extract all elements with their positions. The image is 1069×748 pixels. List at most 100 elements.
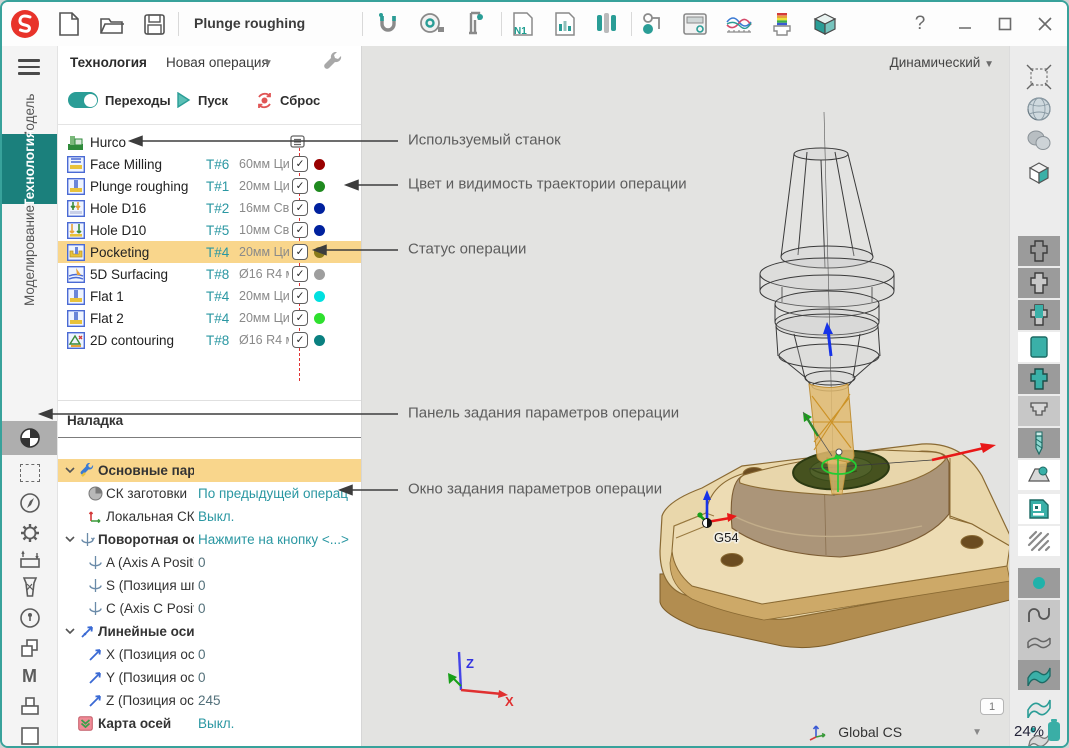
operation-row[interactable]: Face Milling T#6 60мм Цил ✓ (58, 153, 361, 175)
visibility-checkbox[interactable]: ✓ (292, 156, 308, 172)
gcode-n1-icon[interactable]: N1 (508, 9, 538, 39)
stock-teal-icon[interactable] (1018, 364, 1060, 394)
visibility-checkbox[interactable]: ✓ (292, 178, 308, 194)
caliper-icon[interactable] (460, 9, 490, 39)
simulation-icon[interactable] (810, 9, 840, 39)
marquee-icon[interactable] (2, 458, 57, 488)
machine-view-icon[interactable] (1018, 494, 1060, 524)
save-file-icon[interactable] (139, 9, 169, 39)
visibility-checkbox[interactable]: ✓ (292, 266, 308, 282)
toggle-switch[interactable] (68, 92, 98, 108)
operation-row[interactable]: Flat 2 T#4 20мм Цил ✓ (58, 307, 361, 329)
param-row-group[interactable]: Линейные оси (58, 620, 361, 643)
run-button[interactable]: Пуск (176, 92, 228, 108)
flag-outline-icon[interactable] (1018, 692, 1060, 722)
cs-selector[interactable]: Global CS ▼ (808, 723, 982, 741)
magnet-snap-icon[interactable] (373, 9, 403, 39)
visibility-checkbox[interactable]: ✓ (292, 200, 308, 216)
operation-row[interactable]: Plunge roughing T#1 20мм Цил ✓ (58, 175, 361, 197)
operation-row[interactable]: Flat 1 T#4 20мм Цил ✓ (58, 285, 361, 307)
toolpath-color-dot[interactable] (314, 181, 325, 192)
visibility-checkbox[interactable]: ✓ (292, 332, 308, 348)
param-row-main[interactable]: Основные парам (58, 459, 361, 482)
gauge-icon[interactable] (2, 603, 57, 633)
curve-display-icon[interactable] (1018, 600, 1060, 630)
shaded-sphere-icon[interactable] (1018, 94, 1060, 124)
report-icon[interactable] (550, 9, 580, 39)
stamp-icon[interactable] (2, 691, 57, 721)
operation-row[interactable]: 2D contouring T#8 Ø16 R4 мм ✓ (58, 329, 361, 351)
toolpath-color-dot[interactable] (314, 247, 325, 258)
param-row[interactable]: X (Позиция оси 0 (58, 643, 361, 666)
open-file-icon[interactable] (97, 9, 127, 39)
tools-library-icon[interactable] (592, 9, 622, 39)
param-row[interactable]: Z (Позиция оси 245 (58, 689, 361, 712)
graph-curves-icon[interactable] (724, 9, 754, 39)
tab-simulation[interactable]: Моделирование (2, 208, 57, 304)
toolpath-color-dot[interactable] (314, 203, 325, 214)
wrench-icon[interactable] (322, 52, 344, 77)
maximize-button[interactable] (990, 10, 1020, 38)
surface-waves-icon[interactable] (1018, 630, 1060, 660)
param-row[interactable]: СК заготовки По предыдущей операц (58, 482, 361, 505)
linked-nodes-icon[interactable] (638, 9, 668, 39)
tool-cone-icon[interactable] (2, 573, 57, 603)
gear-icon[interactable] (2, 518, 57, 548)
param-row-group[interactable]: Поворотная ось Нажмите на кнопку <...> (58, 528, 361, 551)
drill-view-icon[interactable] (1018, 428, 1060, 458)
part-teal-icon[interactable] (1018, 460, 1060, 490)
menu-icon[interactable] (18, 59, 40, 75)
part-steps-icon[interactable] (1018, 396, 1060, 426)
tool-holder-icon[interactable] (767, 9, 797, 39)
visibility-checkbox[interactable]: ✓ (292, 222, 308, 238)
minimize-button[interactable] (950, 10, 980, 38)
toolpath-color-dot[interactable] (314, 269, 325, 280)
machine-row[interactable]: Hurco (58, 131, 361, 153)
tab-technology[interactable]: Технология (2, 134, 57, 204)
stock-wire-icon[interactable] (1018, 236, 1060, 266)
operations-stack-icon[interactable] (290, 134, 306, 149)
status-checkbox[interactable]: ✓ (292, 244, 308, 260)
param-row[interactable]: C (Axis C Positio 0 (58, 597, 361, 620)
toolpath-color-dot[interactable] (314, 225, 325, 236)
fit-view-icon[interactable] (1018, 62, 1060, 92)
param-row[interactable]: A (Axis A Positio 0 (58, 551, 361, 574)
measure-tape-icon[interactable] (417, 9, 447, 39)
transitions-toggle[interactable]: Переходы (68, 92, 171, 108)
app-logo[interactable] (10, 9, 40, 39)
toolpath-color-dot[interactable] (314, 313, 325, 324)
new-file-icon[interactable] (54, 9, 84, 39)
new-operation-dropdown[interactable]: Новая операция (166, 55, 269, 70)
workpiece-cs-icon[interactable] (2, 421, 57, 455)
toolpath-color-dot[interactable] (314, 291, 325, 302)
toolpath-color-dot[interactable] (314, 159, 325, 170)
operation-row-selected[interactable]: Pocketing T#4 20мм Цил ✓ (58, 241, 361, 263)
param-row-group[interactable]: Карта осей Выкл. (58, 712, 361, 735)
compass-icon[interactable] (2, 488, 57, 518)
visibility-checkbox[interactable]: ✓ (292, 310, 308, 326)
stock-setup-icon[interactable] (2, 546, 57, 576)
hatch-toolpath-icon[interactable] (1018, 526, 1060, 556)
toolpath-color-dot[interactable] (314, 335, 325, 346)
mcode-icon[interactable]: M (2, 661, 57, 691)
param-row[interactable]: Y (Позиция оси 0 (58, 666, 361, 689)
stock-solid-icon[interactable] (1018, 332, 1060, 362)
section-box-icon[interactable] (1018, 158, 1060, 188)
reset-button[interactable]: Сброс (256, 92, 320, 109)
surface-teal-icon[interactable] (1018, 660, 1060, 690)
calculator-icon[interactable] (680, 9, 710, 39)
zoom-indicator[interactable]: 24% (1014, 722, 1060, 741)
viewport-3d[interactable]: Динамический ▼ (362, 46, 1012, 746)
point-marker-icon[interactable] (1018, 568, 1060, 598)
square-icon[interactable] (2, 721, 57, 748)
operation-row[interactable]: 5D Surfacing T#8 Ø16 R4 мм ✓ (58, 263, 361, 285)
solids-view-icon[interactable] (1018, 126, 1060, 156)
close-button[interactable] (1030, 10, 1060, 38)
chevron-down-icon[interactable]: ▼ (263, 58, 273, 69)
stock-mixed-icon[interactable] (1018, 300, 1060, 330)
stock-gray-icon[interactable] (1018, 268, 1060, 298)
param-row[interactable]: Локальная СК Выкл. (58, 505, 361, 528)
param-row[interactable]: S (Позиция шпи 0 (58, 574, 361, 597)
operation-row[interactable]: Hole D10 T#5 10мм Све ✓ (58, 219, 361, 241)
operation-row[interactable]: Hole D16 T#2 16мм Све ✓ (58, 197, 361, 219)
